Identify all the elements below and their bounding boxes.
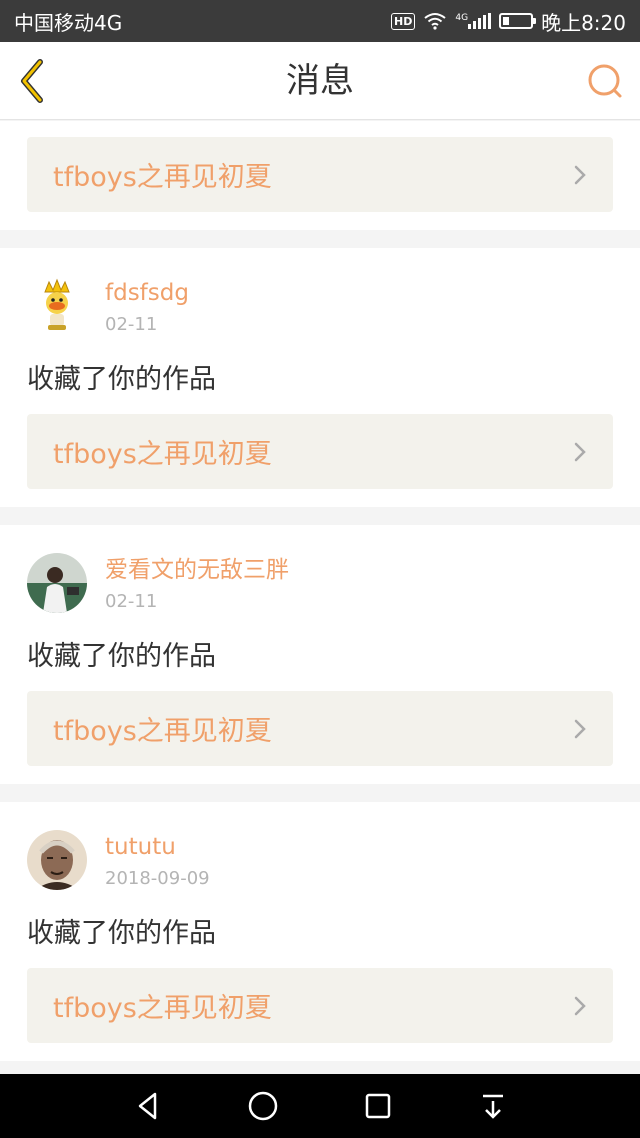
work-link[interactable]: tfboys之再见初夏 <box>27 691 613 766</box>
message-date: 2018-09-09 <box>105 868 210 889</box>
crown-mascot-avatar-icon <box>27 276 87 336</box>
work-link[interactable]: tfboys之再见初夏 <box>27 968 613 1043</box>
chevron-right-icon <box>574 442 586 461</box>
work-title: tfboys之再见初夏 <box>53 162 272 193</box>
work-title: tfboys之再见初夏 <box>53 439 272 470</box>
action-text: 收藏了你的作品 <box>27 641 216 672</box>
message-card: 爱看文的无敌三胖 02-11 收藏了你的作品 tfboys之再见初夏 <box>0 525 640 784</box>
dropdown-icon[interactable] <box>476 1089 510 1123</box>
username[interactable]: fdsfsdg <box>105 278 189 308</box>
battery-icon <box>499 13 537 29</box>
photo-avatar-icon <box>27 830 87 890</box>
work-link[interactable]: tfboys之再见初夏 <box>27 414 613 489</box>
signal-icon: 4G <box>455 13 492 29</box>
avatar[interactable] <box>27 276 87 336</box>
message-date: 02-11 <box>105 314 158 335</box>
work-title: tfboys之再见初夏 <box>53 716 272 747</box>
status-icons: HD 4G 晚上8:20 <box>391 7 626 36</box>
username[interactable]: tututu <box>105 832 210 862</box>
message-list[interactable]: tfboys之再见初夏 fdsfsdg 02-11 收藏了你的作品 tfboys… <box>0 121 640 1074</box>
home-circle-icon[interactable] <box>246 1089 280 1123</box>
wifi-icon <box>424 13 446 30</box>
chevron-right-icon <box>574 719 586 738</box>
clock: 晚上8:20 <box>541 10 626 35</box>
work-title: tfboys之再见初夏 <box>53 993 272 1024</box>
search-icon[interactable] <box>586 62 624 100</box>
carrier-label: 中国移动4G <box>14 10 123 35</box>
message-card: tfboys之再见初夏 <box>0 121 640 230</box>
top-nav-bar: 消息 <box>0 42 640 120</box>
hd-icon: HD <box>391 12 416 30</box>
avatar[interactable] <box>27 830 87 890</box>
message-card: fdsfsdg 02-11 收藏了你的作品 tfboys之再见初夏 <box>0 248 640 507</box>
back-triangle-icon[interactable] <box>131 1089 165 1123</box>
message-date: 02-11 <box>105 591 158 612</box>
username[interactable]: 爱看文的无敌三胖 <box>105 555 289 585</box>
photo-avatar-icon <box>27 553 87 613</box>
avatar[interactable] <box>27 553 87 613</box>
recents-square-icon[interactable] <box>361 1089 395 1123</box>
work-link[interactable]: tfboys之再见初夏 <box>27 137 613 212</box>
network-type-label: 4G <box>455 13 469 23</box>
chevron-right-icon <box>574 996 586 1015</box>
chevron-right-icon <box>574 165 586 184</box>
action-text: 收藏了你的作品 <box>27 918 216 949</box>
system-nav-bar <box>0 1074 640 1138</box>
status-bar: 中国移动4G HD 4G 晚上8:20 <box>0 0 640 42</box>
message-card: tututu 2018-09-09 收藏了你的作品 tfboys之再见初夏 <box>0 802 640 1061</box>
action-text: 收藏了你的作品 <box>27 364 216 395</box>
page-title: 消息 <box>286 61 354 101</box>
